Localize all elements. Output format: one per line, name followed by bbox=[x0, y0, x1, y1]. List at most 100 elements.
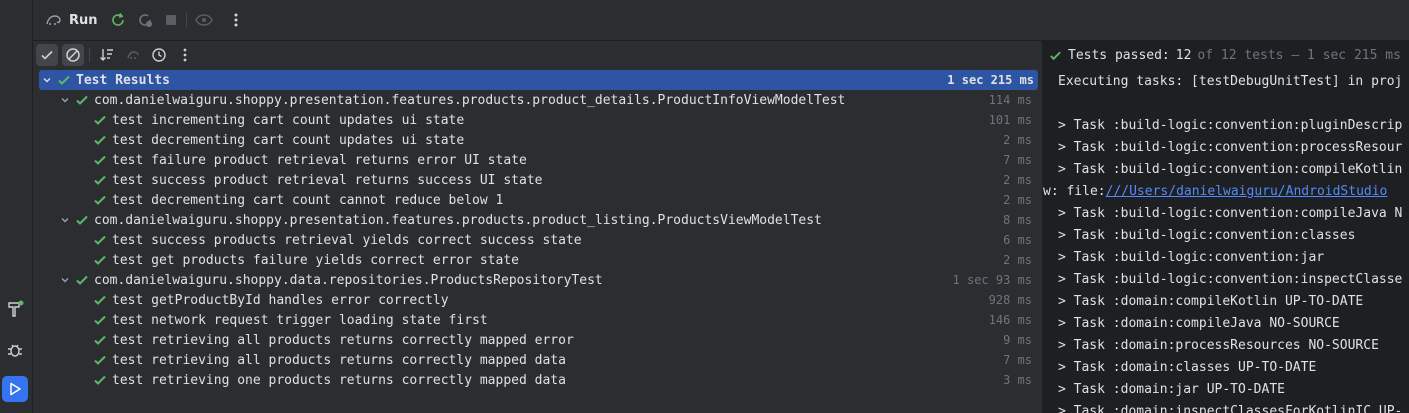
rerun-failed-icon bbox=[139, 14, 152, 27]
check-icon bbox=[76, 95, 88, 105]
sort-icon bbox=[100, 49, 113, 61]
rerun-button[interactable] bbox=[108, 10, 128, 30]
chevron-down-icon[interactable] bbox=[41, 74, 53, 86]
test-duration: 928 ms bbox=[988, 293, 1032, 307]
check-icon bbox=[94, 115, 106, 125]
run-tab[interactable]: Run bbox=[45, 10, 98, 30]
check-icon bbox=[76, 215, 88, 225]
show-ignored-toggle[interactable] bbox=[62, 44, 84, 66]
gradle-icon bbox=[46, 15, 61, 25]
more-options-button[interactable] bbox=[226, 10, 246, 30]
test-status-bar: Tests passed: 12 of 12 tests – 1 sec 215… bbox=[1049, 46, 1401, 64]
test-case-row[interactable]: test retrieving all products returns cor… bbox=[39, 350, 1038, 370]
test-duration: 9 ms bbox=[1003, 333, 1032, 347]
test-case-label: test get products failure yields correct… bbox=[112, 252, 519, 268]
test-duration: 114 ms bbox=[988, 93, 1032, 107]
test-case-label: test failure product retrieval returns e… bbox=[112, 152, 527, 168]
test-duration: 6 ms bbox=[1003, 233, 1032, 247]
check-icon bbox=[94, 355, 106, 365]
more-icon bbox=[183, 48, 187, 62]
tests-passed-label: Tests passed: bbox=[1068, 47, 1170, 63]
console-pane: Tests passed: 12 of 12 tests – 1 sec 215… bbox=[1043, 41, 1409, 413]
test-case-row[interactable]: test network request trigger loading sta… bbox=[39, 310, 1038, 330]
check-icon bbox=[94, 335, 106, 345]
test-case-label: test retrieving all products returns cor… bbox=[112, 352, 566, 368]
console-line: > Task :domain:compileKotlin UP-TO-DATE bbox=[1058, 294, 1364, 309]
test-case-row[interactable]: test success products retrieval yields c… bbox=[39, 230, 1038, 250]
test-results-pane: Test Results 1 sec 215 ms com.danielwaig… bbox=[33, 41, 1042, 413]
test-duration: 146 ms bbox=[988, 313, 1032, 327]
test-tree-root[interactable]: Test Results 1 sec 215 ms bbox=[39, 70, 1038, 90]
test-case-row[interactable]: test retrieving one products returns cor… bbox=[39, 370, 1038, 390]
console-line: > Task :domain:classes UP-TO-DATE bbox=[1058, 360, 1317, 375]
tests-passed-count: 12 bbox=[1175, 47, 1192, 63]
test-case-row[interactable]: test incrementing cart count updates ui … bbox=[39, 110, 1038, 130]
chevron-down-icon[interactable] bbox=[59, 214, 71, 226]
chevron-down-icon[interactable] bbox=[59, 274, 71, 286]
check-icon bbox=[94, 315, 106, 325]
console-output[interactable]: Executing tasks: [testDebugUnitTest] in … bbox=[1043, 71, 1409, 413]
toolbar-separator bbox=[186, 12, 187, 28]
test-case-label: test success product retrieval returns s… bbox=[112, 172, 543, 188]
console-line: > Task :domain:processResources NO-SOURC… bbox=[1058, 338, 1379, 353]
stop-icon bbox=[166, 15, 176, 25]
test-case-row[interactable]: test decrementing cart count updates ui … bbox=[39, 130, 1038, 150]
check-icon bbox=[94, 195, 106, 205]
tree-more-options-button[interactable] bbox=[174, 44, 196, 66]
test-duration: 7 ms bbox=[1003, 353, 1032, 367]
test-class-row[interactable]: com.danielwaiguru.shoppy.presentation.fe… bbox=[39, 90, 1038, 110]
more-icon bbox=[234, 13, 238, 27]
console-line: > Task :domain:inspectClassesForKotlinIC… bbox=[1058, 404, 1403, 413]
test-case-row[interactable]: test get products failure yields correct… bbox=[39, 250, 1038, 270]
test-duration: 8 ms bbox=[1003, 213, 1032, 227]
check-icon bbox=[94, 175, 106, 185]
test-case-row[interactable]: test getProductById handles error correc… bbox=[39, 290, 1038, 310]
import-tests-button[interactable] bbox=[122, 44, 144, 66]
test-class-row[interactable]: com.danielwaiguru.shoppy.presentation.fe… bbox=[39, 210, 1038, 230]
console-line: > Task :build-logic:convention:compileKo… bbox=[1058, 162, 1403, 177]
build-tool-button[interactable] bbox=[2, 296, 28, 322]
test-history-button[interactable] bbox=[148, 44, 170, 66]
rerun-failed-button[interactable] bbox=[135, 10, 155, 30]
show-passed-toggle[interactable] bbox=[36, 44, 58, 66]
console-line: > Task :build-logic:convention:jar bbox=[1058, 250, 1325, 265]
check-icon bbox=[76, 275, 88, 285]
run-tool-button[interactable] bbox=[2, 376, 28, 402]
test-case-row[interactable]: test success product retrieval returns s… bbox=[39, 170, 1038, 190]
test-duration: 2 ms bbox=[1003, 173, 1032, 187]
file-link[interactable]: ///Users/danielwaiguru/AndroidStudio bbox=[1106, 184, 1388, 199]
console-line: > Task :build-logic:convention:processRe… bbox=[1058, 140, 1403, 155]
console-line: > Task :build-logic:convention:classes bbox=[1058, 228, 1356, 243]
console-line: w: file:///Users/danielwaiguru/AndroidSt… bbox=[1043, 181, 1409, 203]
test-duration: 2 ms bbox=[1003, 253, 1032, 267]
test-case-label: test incrementing cart count updates ui … bbox=[112, 112, 465, 128]
run-icon bbox=[10, 382, 21, 396]
check-icon bbox=[94, 155, 106, 165]
sort-button[interactable] bbox=[96, 44, 118, 66]
chevron-down-icon[interactable] bbox=[59, 94, 71, 106]
stop-button[interactable] bbox=[161, 10, 181, 30]
import-icon bbox=[127, 51, 139, 59]
test-case-row[interactable]: test retrieving all products returns cor… bbox=[39, 330, 1038, 350]
check-icon bbox=[94, 135, 106, 145]
check-icon bbox=[58, 75, 70, 85]
test-case-label: test decrementing cart count cannot redu… bbox=[112, 192, 504, 208]
show-passed-icon bbox=[41, 50, 53, 60]
test-duration: 101 ms bbox=[988, 113, 1032, 127]
test-case-label: test retrieving all products returns cor… bbox=[112, 332, 574, 348]
test-case-label: test getProductById handles error correc… bbox=[112, 292, 449, 308]
run-window-header: Run bbox=[33, 0, 1409, 41]
console-line: > Task :build-logic:convention:compileJa… bbox=[1058, 206, 1403, 221]
check-icon bbox=[94, 375, 106, 385]
console-line: > Task :domain:jar UP-TO-DATE bbox=[1058, 382, 1285, 397]
debug-tool-button[interactable] bbox=[2, 337, 28, 363]
show-ignored-icon bbox=[66, 48, 80, 62]
test-tree-root-label: Test Results bbox=[76, 72, 170, 88]
console-line: Executing tasks: [testDebugUnitTest] in … bbox=[1058, 74, 1403, 89]
run-tab-label: Run bbox=[69, 12, 98, 28]
preview-button[interactable] bbox=[194, 10, 214, 30]
test-class-row[interactable]: com.danielwaiguru.shoppy.data.repositori… bbox=[39, 270, 1038, 290]
test-case-row[interactable]: test decrementing cart count cannot redu… bbox=[39, 190, 1038, 210]
test-case-row[interactable]: test failure product retrieval returns e… bbox=[39, 150, 1038, 170]
